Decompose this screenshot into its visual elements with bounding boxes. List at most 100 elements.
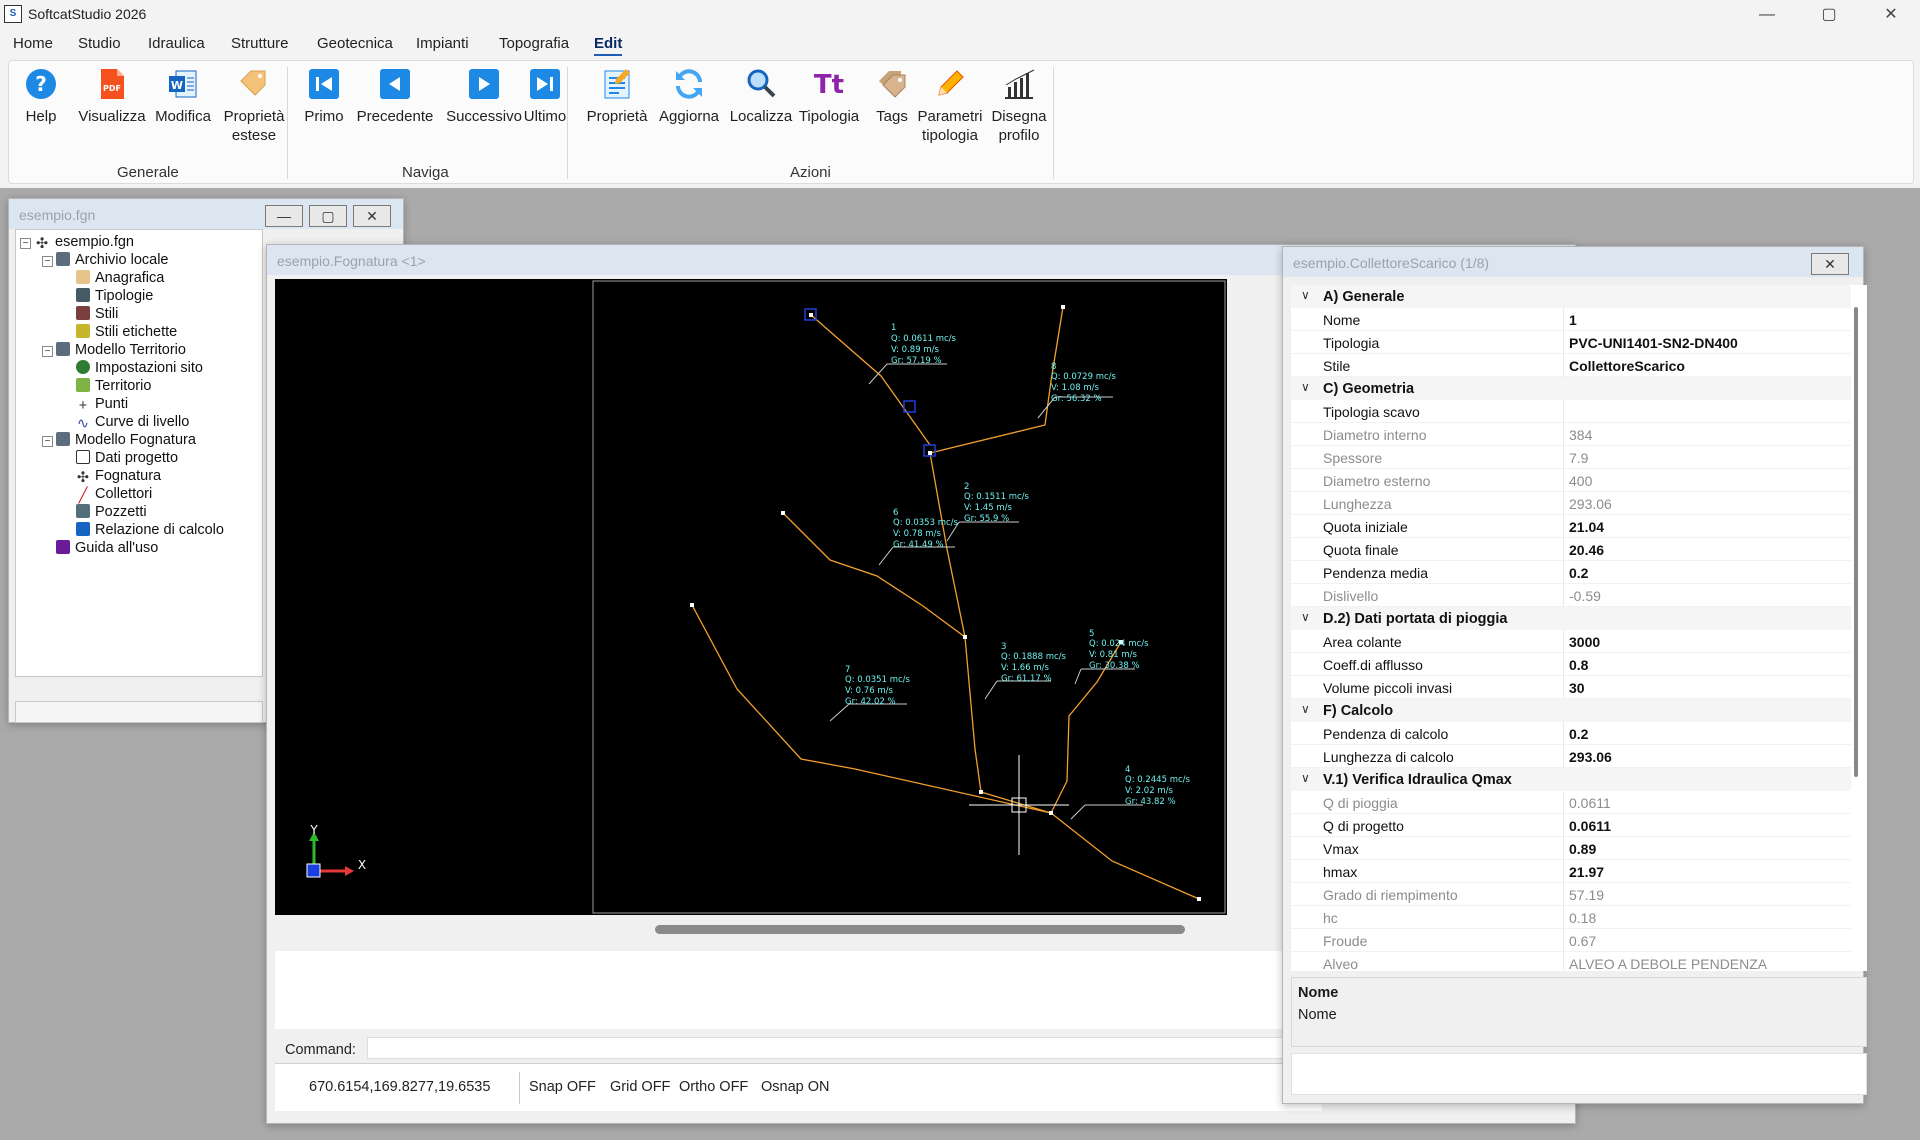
label-5-id: 5 xyxy=(1089,629,1094,639)
osnap-toggle[interactable]: Osnap ON xyxy=(761,1079,830,1095)
label-4-q: Q: 0.2445 mc/s xyxy=(1125,775,1191,785)
properties-window-titlebar[interactable]: esempio.CollettoreScarico (1/8) ✕ xyxy=(1283,247,1863,277)
tree-collettori[interactable]: ╱ Collettori xyxy=(76,486,153,503)
node xyxy=(1197,897,1201,901)
tags-button[interactable]: Tags xyxy=(867,67,917,126)
prop-row-tipologia[interactable]: Tipologia PVC-UNI1401-SN2-DN400 xyxy=(1291,331,1859,354)
close-button[interactable]: ✕ xyxy=(1868,0,1914,30)
node xyxy=(781,511,785,515)
terrain-icon xyxy=(76,378,90,392)
prop-row-pendenza-calcolo[interactable]: Pendenza di calcolo 0.2 xyxy=(1291,722,1859,745)
project-window-titlebar[interactable]: esempio.fgn — ▢ ✕ xyxy=(9,199,403,229)
tree-stili-etichette[interactable]: Stili etichette xyxy=(76,324,177,340)
category-geometria[interactable]: ∨ C) Geometria xyxy=(1291,377,1859,400)
proprieta-estese-button[interactable]: Proprietà estese xyxy=(214,67,294,145)
parametri-tipologia-button[interactable]: Parametri tipologia xyxy=(913,67,987,145)
tree-root[interactable]: ✣ esempio.fgn xyxy=(36,234,134,252)
label-7-q: Q: 0.0351 mc/s xyxy=(845,675,911,685)
tree-modello-territorio[interactable]: Modello Territorio xyxy=(56,342,186,358)
proprieta-button[interactable]: Proprietà xyxy=(577,67,657,126)
visualizza-button[interactable]: PDF Visualizza xyxy=(69,67,155,126)
tree-dati-progetto[interactable]: Dati progetto xyxy=(76,450,178,466)
prop-row-hmax[interactable]: hmax 21.97 xyxy=(1291,860,1859,883)
menu-studio[interactable]: Studio xyxy=(78,35,121,52)
prop-row-volume-invasi[interactable]: Volume piccoli invasi 30 xyxy=(1291,676,1859,699)
project-restore-button[interactable]: ▢ xyxy=(309,205,347,227)
tree-curve-livello[interactable]: ∿ Curve di livello xyxy=(76,414,189,431)
collector-8 xyxy=(929,306,1064,454)
group-label-generale: Generale xyxy=(117,164,179,181)
tree-pozzetti[interactable]: Pozzetti xyxy=(76,504,147,520)
property-vertical-scrollbar[interactable] xyxy=(1851,285,1863,971)
menu-idraulica[interactable]: Idraulica xyxy=(148,35,205,52)
properties-window-title: esempio.CollettoreScarico (1/8) xyxy=(1293,255,1490,271)
tree-archivio-locale[interactable]: Archivio locale xyxy=(56,252,169,268)
tree-expander[interactable]: − xyxy=(42,346,53,357)
category-calcolo[interactable]: ∨ F) Calcolo xyxy=(1291,699,1859,722)
localizza-button[interactable]: Localizza xyxy=(724,67,798,126)
prop-row-dislivello: Dislivello -0.59 xyxy=(1291,584,1859,607)
tree-expander[interactable]: − xyxy=(42,256,53,267)
tree-fognatura[interactable]: ✣ Fognatura xyxy=(76,468,161,485)
properties-close-button[interactable]: ✕ xyxy=(1811,253,1849,275)
tree-impostazioni-sito[interactable]: Impostazioni sito xyxy=(76,360,203,376)
tree-guida[interactable]: Guida all'uso xyxy=(56,540,158,556)
help-button[interactable]: ? Help xyxy=(19,67,63,126)
drawing-canvas[interactable]: 1 Q: 0.0611 mc/s V: 0.89 m/s Gr: 57.19 %… xyxy=(275,279,1227,915)
horizontal-scrollbar[interactable] xyxy=(275,915,1322,951)
properties-icon xyxy=(604,69,630,99)
menu-edit[interactable]: Edit xyxy=(594,35,623,56)
globe-icon xyxy=(76,360,90,374)
category-verifica[interactable]: ∨ V.1) Verifica Idraulica Qmax xyxy=(1291,768,1859,791)
database-icon xyxy=(56,432,70,446)
property-description: Nome Nome xyxy=(1291,977,1867,1047)
prop-row-tipologia-scavo[interactable]: Tipologia scavo xyxy=(1291,400,1859,423)
tree-expander[interactable]: − xyxy=(20,238,31,249)
prop-row-area-colante[interactable]: Area colante 3000 xyxy=(1291,630,1859,653)
menu-bar: Home Studio Idraulica Strutture Geotecni… xyxy=(0,30,1920,58)
precedente-button[interactable]: Precedente xyxy=(345,67,445,126)
snap-toggle[interactable]: Snap OFF xyxy=(529,1079,596,1095)
prop-row-nome[interactable]: Nome 1 xyxy=(1291,308,1859,331)
horizontal-scrollbar-thumb[interactable] xyxy=(655,925,1185,934)
property-scrollbar-thumb[interactable] xyxy=(1854,307,1858,777)
category-generale[interactable]: ∨ A) Generale xyxy=(1291,285,1859,308)
ribbon-separator xyxy=(1053,67,1054,179)
prop-row-stile[interactable]: Stile CollettoreScarico xyxy=(1291,354,1859,377)
modifica-button[interactable]: W Modifica xyxy=(147,67,219,126)
disegna-profilo-button[interactable]: Disegna profilo xyxy=(987,67,1051,145)
menu-home[interactable]: Home xyxy=(13,35,53,52)
ortho-toggle[interactable]: Ortho OFF xyxy=(679,1079,748,1095)
maximize-button[interactable]: ▢ xyxy=(1806,0,1852,30)
menu-geotecnica[interactable]: Geotecnica xyxy=(317,35,393,52)
tree-tipologie[interactable]: Tipologie xyxy=(76,288,153,304)
category-pioggia[interactable]: ∨ D.2) Dati portata di pioggia xyxy=(1291,607,1859,630)
tree-relazione[interactable]: Relazione di calcolo xyxy=(76,522,224,538)
tree-territorio[interactable]: Territorio xyxy=(76,378,151,394)
database-icon xyxy=(56,342,70,356)
tree-stili[interactable]: Stili xyxy=(76,306,118,322)
prop-row-quota-finale[interactable]: Quota finale 20.46 xyxy=(1291,538,1859,561)
prop-row-quota-iniziale[interactable]: Quota iniziale 21.04 xyxy=(1291,515,1859,538)
label-7-gr: Gr: 42.02 % xyxy=(845,697,896,707)
grid-toggle[interactable]: Grid OFF xyxy=(610,1079,670,1095)
tree-punti[interactable]: + Punti xyxy=(76,396,128,413)
tree-anagrafica[interactable]: Anagrafica xyxy=(76,270,164,286)
prop-row-lunghezza-calcolo[interactable]: Lunghezza di calcolo 293.06 xyxy=(1291,745,1859,768)
menu-strutture[interactable]: Strutture xyxy=(231,35,289,52)
project-close-button[interactable]: ✕ xyxy=(353,205,391,227)
tipologia-button[interactable]: Tt Tipologia xyxy=(791,67,867,126)
command-input[interactable] xyxy=(367,1037,1322,1059)
menu-impianti[interactable]: Impianti xyxy=(416,35,469,52)
tree-expander[interactable]: − xyxy=(42,436,53,447)
project-minimize-button[interactable]: — xyxy=(265,205,303,227)
prop-row-pendenza-media[interactable]: Pendenza media 0.2 xyxy=(1291,561,1859,584)
aggiorna-button[interactable]: Aggiorna xyxy=(651,67,727,126)
prop-row-vmax[interactable]: Vmax 0.89 xyxy=(1291,837,1859,860)
minimize-button[interactable]: — xyxy=(1744,0,1790,30)
label-1-id: 1 xyxy=(891,323,896,333)
tree-modello-fognatura[interactable]: Modello Fognatura xyxy=(56,432,196,448)
prop-row-q-progetto[interactable]: Q di progetto 0.0611 xyxy=(1291,814,1859,837)
menu-topografia[interactable]: Topografia xyxy=(499,35,569,52)
prop-row-coeff-afflusso[interactable]: Coeff.di afflusso 0.8 xyxy=(1291,653,1859,676)
